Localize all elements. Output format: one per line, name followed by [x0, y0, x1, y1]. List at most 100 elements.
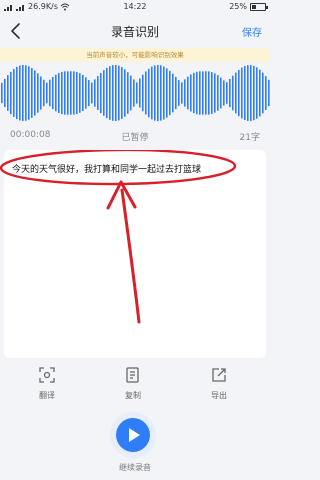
waveform-bar	[10, 71, 12, 115]
waveform-bar	[241, 67, 243, 119]
export-icon	[212, 368, 226, 382]
copy-label: 复制	[125, 391, 141, 400]
waveform-bar	[139, 78, 141, 108]
waveform-bar	[61, 71, 63, 115]
waveform-bar	[253, 65, 255, 121]
waveform-bar	[247, 65, 249, 121]
waveform-bar	[1, 82, 3, 104]
waveform-bar	[88, 80, 90, 106]
waveform-bar	[85, 77, 87, 109]
waveform-bar	[235, 72, 237, 114]
waveform-bar	[67, 71, 69, 115]
waveform-bar	[4, 78, 6, 108]
waveform-bar	[220, 77, 222, 109]
waveform-bar	[58, 73, 60, 113]
waveform-bar	[193, 72, 195, 114]
waveform-bar	[184, 79, 186, 107]
waveform-bar	[157, 64, 159, 122]
translate-button[interactable]: 翻译	[22, 366, 72, 401]
waveform-bar	[262, 72, 264, 114]
waveform-bar	[37, 73, 39, 113]
waveform-bar	[100, 72, 102, 114]
waveform-bar	[229, 78, 231, 108]
audio-waveform[interactable]	[0, 62, 270, 124]
waveform-bar	[97, 76, 99, 110]
export-button[interactable]: 导出	[194, 366, 244, 401]
save-button[interactable]: 保存	[242, 24, 262, 39]
waveform-bar	[52, 76, 54, 110]
waveform-bar	[70, 71, 72, 115]
waveform-bar	[22, 64, 24, 122]
waveform-bar	[82, 74, 84, 112]
waveform-bar	[154, 65, 156, 121]
waveform-bar	[211, 72, 213, 114]
low-volume-notice: 当前声音较小，可能影响识别效果	[0, 48, 270, 62]
nav-bar: 录音识别 保存	[0, 14, 270, 48]
waveform-bar	[187, 76, 189, 110]
waveform-bar	[202, 71, 204, 115]
page-title: 录音识别	[110, 25, 159, 39]
waveform-bar	[34, 70, 36, 116]
waveform-bar	[103, 70, 105, 116]
playback-info: 00:00:08 已暂停 21字	[0, 130, 270, 144]
waveform-bar	[43, 79, 45, 107]
waveform-bar	[148, 68, 150, 118]
waveform-bar	[112, 65, 114, 121]
waveform-bar	[226, 82, 228, 104]
continue-record-label: 继续录音	[119, 463, 151, 472]
waveform-bar	[94, 79, 96, 107]
continue-record-button[interactable]	[110, 412, 156, 458]
waveform-bar	[214, 73, 216, 113]
waveform-bar	[250, 65, 252, 121]
waveform-bar	[268, 79, 270, 107]
char-count: 21字	[239, 133, 260, 143]
transcript-text[interactable]: 今天的天气很好，我打算和同学一起过去打篮球	[12, 162, 201, 175]
waveform-bar	[166, 68, 168, 118]
battery-level	[252, 4, 256, 9]
waveform-bar	[46, 82, 48, 104]
waveform-bar	[190, 74, 192, 112]
waveform-bar	[232, 75, 234, 111]
waveform-bar	[178, 80, 180, 106]
waveform-bar	[127, 72, 129, 114]
waveform-bar	[64, 71, 66, 115]
waveform-bar	[175, 76, 177, 110]
export-label: 导出	[211, 391, 227, 400]
waveform-bar	[124, 69, 126, 117]
status-right: 25%	[229, 2, 268, 11]
translate-label: 翻译	[39, 391, 55, 400]
waveform-bar	[19, 65, 21, 121]
waveform-bar	[73, 71, 75, 115]
transcript-card[interactable]: 今天的天气很好，我打算和同学一起过去打篮球	[4, 150, 266, 358]
waveform-bar	[91, 82, 93, 104]
waveform-bar	[145, 71, 147, 115]
waveform-bar	[118, 65, 120, 121]
waveform-bar	[136, 82, 138, 104]
action-row: 翻译 复制 导出	[0, 366, 270, 406]
record-button-inner[interactable]	[116, 418, 150, 452]
waveform-bar	[13, 69, 15, 117]
copy-button[interactable]: 复制	[108, 366, 158, 401]
waveform-bar	[169, 70, 171, 116]
waveform-bar	[55, 74, 57, 112]
waveform-bar	[16, 66, 18, 120]
waveform-bar	[259, 69, 261, 117]
copy-icon	[126, 367, 139, 383]
status-bar: 26.9K/s 14:22 25%	[0, 0, 270, 14]
waveform-bar	[244, 66, 246, 120]
waveform-bar	[25, 65, 27, 121]
waveform-bar	[217, 75, 219, 111]
waveform-bar	[121, 67, 123, 119]
battery-percent: 25%	[229, 2, 247, 11]
waveform-bar	[31, 68, 33, 118]
waveform-bar	[28, 66, 30, 120]
waveform-bar	[208, 71, 210, 115]
waveform-bar	[109, 66, 111, 120]
battery-icon	[250, 2, 268, 11]
waveform-bar	[49, 79, 51, 107]
waveform-bar	[256, 67, 258, 119]
waveform-bar	[106, 67, 108, 119]
waveform-bar	[76, 71, 78, 115]
waveform-bar	[223, 80, 225, 106]
waveform-bar	[199, 71, 201, 115]
